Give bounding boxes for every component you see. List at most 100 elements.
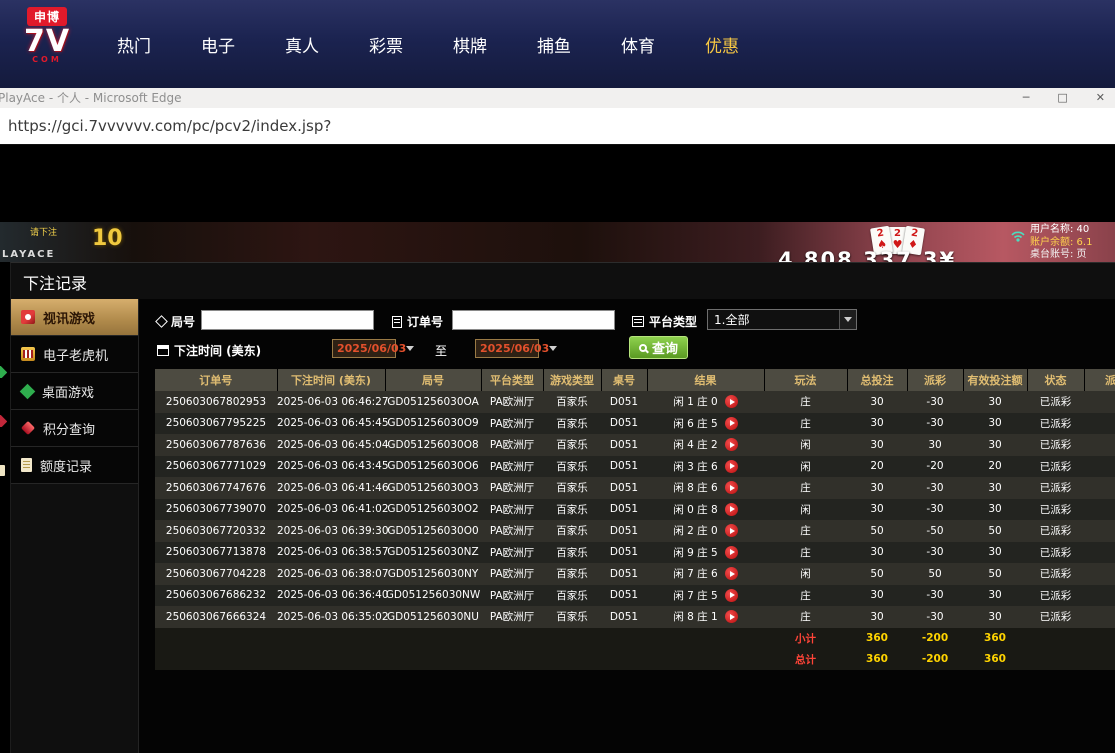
table-no-cell: D051 <box>601 413 647 435</box>
date-to-value: 2025/06/03 <box>480 342 549 355</box>
round-number-input[interactable] <box>201 310 374 330</box>
minimize-button[interactable]: ─ <box>1023 88 1030 108</box>
replay-play-icon[interactable] <box>725 395 738 408</box>
nav-item-6[interactable]: 捕鱼 <box>512 32 596 57</box>
site-logo[interactable]: 申博 7V COM <box>16 6 78 64</box>
valid-bet-cell: 30 <box>963 542 1027 564</box>
points-query-icon <box>21 421 35 435</box>
document-icon <box>392 316 402 328</box>
play-cell: 闲 <box>764 499 847 521</box>
sidebar-item[interactable]: 桌面游戏 <box>11 373 138 410</box>
column-header: 游戏类型 <box>543 369 601 391</box>
sidebar-item[interactable]: 视讯游戏 <box>11 299 138 336</box>
replay-play-icon[interactable] <box>725 524 738 537</box>
result-score: 闲 0 庄 8 <box>673 502 717 517</box>
nav-item-1[interactable]: 热门 <box>92 32 176 57</box>
window-title: PlayAce - 个人 - Microsoft Edge <box>0 88 182 108</box>
date-from-select[interactable]: 2025/06/03 <box>332 339 396 358</box>
round-id-cell: GD051256030O8 <box>385 434 481 456</box>
table-row: 2506030677710292025-06-03 06:43:45GD0512… <box>155 456 1115 478</box>
replay-play-icon[interactable] <box>725 567 738 580</box>
sidebar-item[interactable]: 电子老虎机 <box>11 336 138 373</box>
nav-item-4[interactable]: 彩票 <box>344 32 428 57</box>
replay-play-icon[interactable] <box>725 610 738 623</box>
sidebar-item[interactable]: 额度记录 <box>11 447 138 484</box>
replay-play-icon[interactable] <box>725 481 738 494</box>
order-id-cell: 250603067787636 <box>155 434 277 456</box>
play-cell: 庄 <box>764 413 847 435</box>
order-id-cell: 250603067720332 <box>155 520 277 542</box>
table-row: 2506030676862322025-06-03 06:36:40GD0512… <box>155 585 1115 607</box>
payout-time-cell <box>1084 585 1115 607</box>
game-type-cell: 百家乐 <box>543 434 601 456</box>
game-type-cell: 百家乐 <box>543 391 601 413</box>
result-cell-td: 闲 1 庄 0 <box>647 391 764 413</box>
maximize-button[interactable]: □ <box>1057 88 1067 108</box>
replay-play-icon[interactable] <box>725 503 738 516</box>
bet-time-cell: 2025-06-03 06:43:45 <box>277 456 385 478</box>
address-bar[interactable]: https://gci.7vvvvvv.com/pc/pcv2/index.js… <box>0 108 1115 145</box>
column-header: 玩法 <box>764 369 847 391</box>
order-id-cell: 250603067771029 <box>155 456 277 478</box>
payout-cell: -30 <box>907 477 963 499</box>
grandtotal-row: 总计360-200360 <box>155 649 1115 670</box>
partial-points-icon <box>0 415 7 427</box>
close-button[interactable]: ✕ <box>1096 88 1105 108</box>
platform-cell: PA欧洲厅 <box>481 499 543 521</box>
round-id-cell: GD051256030NY <box>385 563 481 585</box>
partial-records-icon <box>0 464 7 476</box>
total-bet-cell: 50 <box>847 563 907 585</box>
table-no-cell: D051 <box>601 585 647 607</box>
column-header: 总投注 <box>847 369 907 391</box>
result-cell-td: 闲 2 庄 0 <box>647 520 764 542</box>
order-id-cell: 250603067795225 <box>155 413 277 435</box>
play-cell: 闲 <box>764 456 847 478</box>
replay-play-icon[interactable] <box>725 460 738 473</box>
replay-play-icon[interactable] <box>725 438 738 451</box>
table-no-cell: D051 <box>601 520 647 542</box>
column-header: 下注时间 (美东) <box>277 369 385 391</box>
search-button[interactable]: 查询 <box>629 336 688 359</box>
game-type-cell: 百家乐 <box>543 456 601 478</box>
table-row: 2506030677876362025-06-03 06:45:04GD0512… <box>155 434 1115 456</box>
tag-icon <box>155 315 168 328</box>
replay-play-icon[interactable] <box>725 546 738 559</box>
platform-cell: PA欧洲厅 <box>481 606 543 628</box>
nav-item-5[interactable]: 棋牌 <box>428 32 512 57</box>
replay-play-icon[interactable] <box>725 589 738 602</box>
subtotal-row-label: 小计 <box>764 628 847 649</box>
nav-item-7[interactable]: 体育 <box>596 32 680 57</box>
replay-play-icon[interactable] <box>725 417 738 430</box>
empty-cell <box>277 628 385 649</box>
total-bet-cell: 30 <box>847 477 907 499</box>
nav-item-3[interactable]: 真人 <box>260 32 344 57</box>
payout-cell: 30 <box>907 434 963 456</box>
platform-cell: PA欧洲厅 <box>481 434 543 456</box>
table-no-cell: D051 <box>601 563 647 585</box>
order-number-input[interactable] <box>452 310 615 330</box>
total-bet-cell: 30 <box>847 542 907 564</box>
game-type-cell: 百家乐 <box>543 477 601 499</box>
play-cell: 庄 <box>764 606 847 628</box>
chevron-down-icon <box>549 346 557 351</box>
play-cell: 庄 <box>764 520 847 542</box>
bet-time-cell: 2025-06-03 06:45:04 <box>277 434 385 456</box>
sidebar-item[interactable]: 积分查询 <box>11 410 138 447</box>
user-info-block: 用户名称: 40账户余额: 6.1桌台账号: 页 <box>1030 224 1092 262</box>
nav-item-8[interactable]: 优惠 <box>680 32 764 57</box>
bet-prompt-label: 请下注 <box>30 225 57 238</box>
date-from-value: 2025/06/03 <box>337 342 406 355</box>
column-header: 结果 <box>647 369 764 391</box>
column-header: 订单号 <box>155 369 277 391</box>
platform-type-select[interactable]: 1.全部 <box>707 309 857 330</box>
valid-bet-cell: 30 <box>963 499 1027 521</box>
total-bet-cell: 20 <box>847 456 907 478</box>
payout-time-cell <box>1084 563 1115 585</box>
date-to-select[interactable]: 2025/06/03 <box>475 339 539 358</box>
result-cell-td: 闲 8 庄 6 <box>647 477 764 499</box>
order-id-cell: 250603067713878 <box>155 542 277 564</box>
nav-item-2[interactable]: 电子 <box>176 32 260 57</box>
round-id-cell: GD051256030NU <box>385 606 481 628</box>
status-cell: 已派彩 <box>1027 542 1084 564</box>
result-score: 闲 7 庄 6 <box>673 566 717 581</box>
